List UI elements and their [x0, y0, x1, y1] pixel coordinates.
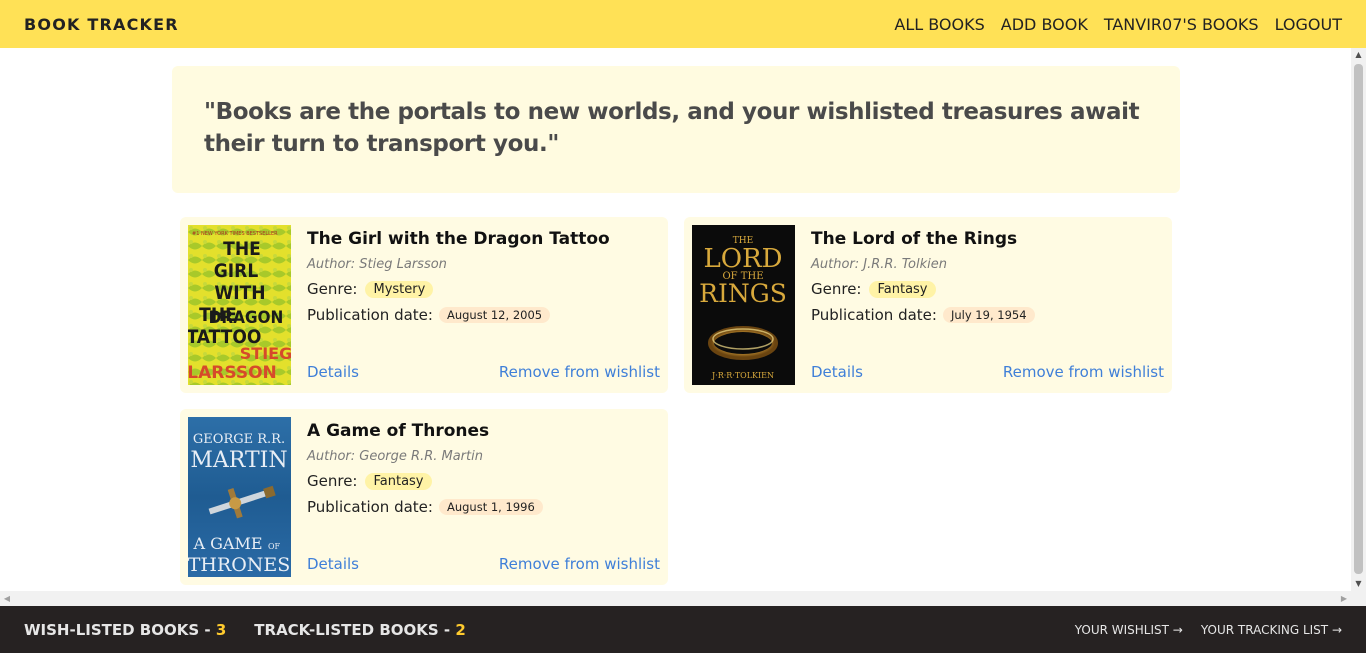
svg-text:A GAME: A GAME: [192, 534, 262, 553]
scroll-left-arrow-icon[interactable]: ◀: [0, 591, 14, 606]
book-card: GEORGE R.R. MARTIN A GAME OF THRONES A G…: [180, 409, 668, 585]
svg-text:LORD: LORD: [703, 244, 782, 274]
nav-my-books[interactable]: TANVIR07'S BOOKS: [1104, 15, 1259, 34]
publication-date-badge: July 19, 1954: [942, 307, 1035, 323]
remove-from-wishlist-link[interactable]: Remove from wishlist: [1003, 363, 1164, 381]
genre-badge: Mystery: [365, 280, 434, 298]
svg-text:WITH: WITH: [214, 282, 265, 304]
brand-logo[interactable]: BOOK TRACKER: [24, 15, 179, 34]
book-card: THE LORD OF THE RINGS J·R·R·TOLKIEN The …: [684, 217, 1172, 393]
remove-from-wishlist-link[interactable]: Remove from wishlist: [499, 363, 660, 381]
bottom-status-bar: WISH-LISTED BOOKS - 3 TRACK-LISTED BOOKS…: [0, 606, 1366, 653]
remove-from-wishlist-link[interactable]: Remove from wishlist: [499, 555, 660, 573]
book-cover-image[interactable]: GEORGE R.R. MARTIN A GAME OF THRONES: [188, 417, 291, 577]
nav-add-book[interactable]: ADD BOOK: [1001, 15, 1088, 34]
svg-text:MARTIN: MARTIN: [190, 448, 287, 473]
book-card: #1 NEW YORK TIMES BESTSELLER THE GIRL WI…: [180, 217, 668, 393]
nav-all-books[interactable]: ALL BOOKS: [894, 15, 984, 34]
details-link[interactable]: Details: [307, 363, 359, 381]
nav-logout[interactable]: LOGOUT: [1275, 15, 1342, 34]
book-title: A Game of Thrones: [307, 421, 490, 441]
list-counts: WISH-LISTED BOOKS - 3 TRACK-LISTED BOOKS…: [24, 621, 466, 639]
book-author: Author: J.R.R. Tolkien: [811, 257, 947, 272]
details-link[interactable]: Details: [811, 363, 863, 381]
publication-date-label: Publication date:: [307, 498, 433, 516]
details-link[interactable]: Details: [307, 555, 359, 573]
svg-text:DRAGON: DRAGON: [209, 308, 284, 328]
publication-date-label: Publication date:: [307, 306, 433, 324]
genre-badge: Fantasy: [365, 472, 432, 490]
book-title: The Girl with the Dragon Tattoo: [307, 229, 610, 249]
book-author: Author: George R.R. Martin: [307, 449, 483, 464]
quote-text: "Books are the portals to new worlds, an…: [204, 99, 1140, 157]
book-author: Author: Stieg Larsson: [307, 257, 447, 272]
svg-text:LARSSON: LARSSON: [188, 363, 277, 383]
svg-text:GEORGE R.R.: GEORGE R.R.: [193, 432, 285, 447]
main-content: "Books are the portals to new worlds, an…: [0, 48, 1351, 591]
scroll-up-arrow-icon[interactable]: ▲: [1351, 48, 1366, 62]
vertical-scrollbar[interactable]: ▲ ▼: [1351, 48, 1366, 591]
quote-banner: "Books are the portals to new worlds, an…: [172, 66, 1180, 193]
wishlisted-label: WISH-LISTED BOOKS -: [24, 620, 216, 639]
publication-date-badge: August 12, 2005: [438, 307, 551, 323]
svg-text:STIEG: STIEG: [240, 344, 291, 363]
svg-text:#1 NEW YORK TIMES BESTSELLER: #1 NEW YORK TIMES BESTSELLER: [192, 231, 278, 237]
scroll-down-arrow-icon[interactable]: ▼: [1351, 577, 1366, 591]
wishlisted-count: WISH-LISTED BOOKS - 3: [24, 621, 226, 639]
top-navbar: BOOK TRACKER ALL BOOKS ADD BOOK TANVIR07…: [0, 0, 1366, 48]
footer-links: YOUR WISHLIST → YOUR TRACKING LIST →: [1075, 623, 1342, 637]
scroll-right-arrow-icon[interactable]: ▶: [1337, 591, 1351, 606]
publication-date-label: Publication date:: [811, 306, 937, 324]
svg-text:RINGS: RINGS: [699, 279, 787, 308]
tracklisted-number: 2: [455, 620, 466, 639]
tracklisted-count: TRACK-LISTED BOOKS - 2: [254, 621, 466, 639]
svg-text:THE: THE: [223, 238, 261, 260]
genre-row: Genre: Mystery: [307, 280, 434, 298]
genre-row: Genre: Fantasy: [811, 280, 936, 298]
your-wishlist-link[interactable]: YOUR WISHLIST →: [1075, 623, 1183, 637]
genre-row: Genre: Fantasy: [307, 472, 432, 490]
publication-date-badge: August 1, 1996: [438, 499, 543, 515]
tracklisted-label: TRACK-LISTED BOOKS -: [254, 620, 456, 639]
nav-links: ALL BOOKS ADD BOOK TANVIR07'S BOOKS LOGO…: [894, 15, 1342, 34]
svg-text:J·R·R·TOLKIEN: J·R·R·TOLKIEN: [711, 371, 774, 380]
svg-text:OF: OF: [268, 542, 281, 551]
your-tracking-list-link[interactable]: YOUR TRACKING LIST →: [1201, 623, 1342, 637]
genre-label: Genre:: [811, 280, 862, 298]
publication-date-row: Publication date: August 12, 2005: [307, 306, 551, 324]
svg-text:GIRL: GIRL: [214, 260, 259, 282]
publication-date-row: Publication date: August 1, 1996: [307, 498, 543, 516]
svg-text:THRONES: THRONES: [188, 554, 290, 576]
book-cover-image[interactable]: #1 NEW YORK TIMES BESTSELLER THE GIRL WI…: [188, 225, 291, 385]
book-title: The Lord of the Rings: [811, 229, 1018, 249]
scrollbar-thumb[interactable]: [1354, 64, 1363, 574]
wishlisted-number: 3: [215, 620, 227, 639]
book-cover-image[interactable]: THE LORD OF THE RINGS J·R·R·TOLKIEN: [692, 225, 795, 385]
genre-badge: Fantasy: [869, 280, 936, 298]
publication-date-row: Publication date: July 19, 1954: [811, 306, 1035, 324]
genre-label: Genre:: [307, 280, 358, 298]
horizontal-scrollbar[interactable]: ◀ ▶: [0, 591, 1366, 606]
genre-label: Genre:: [307, 472, 358, 490]
